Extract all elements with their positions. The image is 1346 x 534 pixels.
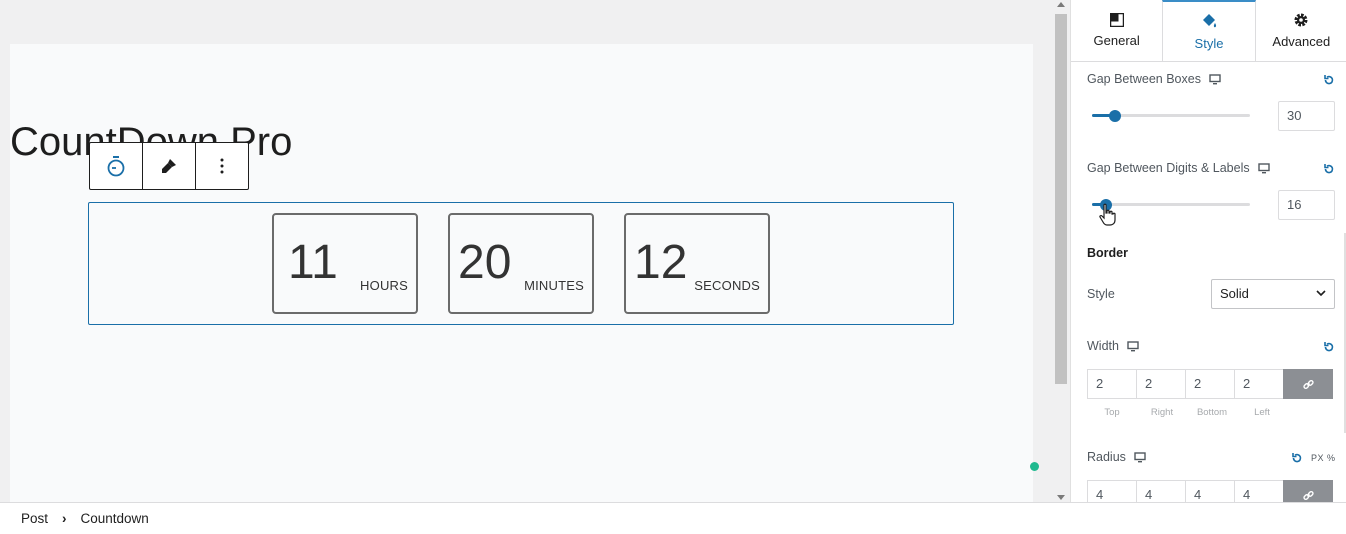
- chevron-down-icon: [1316, 290, 1326, 297]
- breadcrumb-post[interactable]: Post: [21, 511, 48, 526]
- sidebar-tabs: General Style Advanced: [1071, 0, 1346, 62]
- scroll-down-arrow-icon[interactable]: [1057, 495, 1065, 500]
- gap-boxes-input[interactable]: 30: [1278, 101, 1335, 131]
- timer-icon: [107, 156, 125, 177]
- border-radius-top-input[interactable]: 4: [1087, 480, 1137, 502]
- desktop-icon[interactable]: [1257, 162, 1270, 174]
- scrollbar-thumb[interactable]: [1055, 14, 1067, 384]
- side-label-right: Right: [1150, 407, 1174, 418]
- gap-boxes-slider[interactable]: [1092, 109, 1250, 123]
- border-width-top-input[interactable]: 2: [1087, 369, 1137, 399]
- side-label-bottom: Bottom: [1196, 407, 1228, 418]
- border-width-bottom-input[interactable]: 2: [1185, 369, 1235, 399]
- border-style-select[interactable]: Solid: [1211, 279, 1335, 309]
- editor-scrollbar[interactable]: [1053, 0, 1069, 502]
- countdown-minutes-label: MINUTES: [524, 278, 584, 293]
- link-values-button[interactable]: [1283, 480, 1333, 502]
- gap-digits-label: Gap Between Digits & Labels: [1087, 161, 1250, 175]
- layout-icon: [1109, 13, 1124, 27]
- paint-bucket-icon: [1202, 14, 1217, 28]
- tab-style-label: Style: [1194, 36, 1224, 51]
- countdown-block[interactable]: 11 HOURS 20 MINUTES 12 SECONDS: [88, 202, 954, 325]
- gap-boxes-label-row: Gap Between Boxes: [1087, 72, 1221, 86]
- link-icon: [1302, 490, 1314, 500]
- border-radius-inputs: 4 4 4 4: [1087, 480, 1336, 502]
- settings-sidebar: General Style Advanced Gap Between Boxes: [1070, 0, 1346, 502]
- block-toolbar: [89, 142, 249, 190]
- border-radius-bottom-input[interactable]: 4: [1185, 480, 1235, 502]
- more-options-icon: [220, 158, 224, 174]
- editor-area: CountDown Pro: [0, 0, 1053, 502]
- border-width-left-input[interactable]: 2: [1234, 369, 1284, 399]
- border-style-value: Solid: [1220, 286, 1249, 301]
- tab-advanced-label: Advanced: [1272, 34, 1331, 49]
- border-radius-label: Radius: [1087, 450, 1126, 464]
- breadcrumb-countdown[interactable]: Countdown: [81, 511, 149, 526]
- status-dot: [1030, 462, 1039, 471]
- breadcrumb-separator: ›: [62, 511, 67, 526]
- link-icon: [1302, 379, 1314, 389]
- countdown-seconds-box: 12 SECONDS: [624, 213, 770, 314]
- border-heading: Border: [1087, 246, 1128, 260]
- border-width-inputs: 2 2 2 2: [1087, 369, 1336, 399]
- tab-general[interactable]: General: [1071, 0, 1162, 61]
- border-width-label: Width: [1087, 339, 1119, 353]
- countdown-seconds-label: SECONDS: [694, 278, 760, 293]
- desktop-icon[interactable]: [1134, 451, 1146, 463]
- reset-gap-digits-icon[interactable]: [1323, 163, 1335, 175]
- side-label-top: Top: [1104, 407, 1120, 418]
- countdown-minutes-value: 20: [458, 236, 512, 289]
- style-button[interactable]: [143, 143, 196, 189]
- border-radius-label-row: Radius: [1087, 450, 1146, 464]
- border-radius-right-input[interactable]: 4: [1136, 480, 1186, 502]
- gap-boxes-slider-handle[interactable]: [1109, 110, 1121, 122]
- gap-digits-label-row: Gap Between Digits & Labels: [1087, 161, 1270, 175]
- tab-general-label: General: [1093, 33, 1140, 48]
- gap-digits-input[interactable]: 16: [1278, 190, 1335, 220]
- gear-icon: [1294, 13, 1308, 27]
- countdown-hours-value: 11: [288, 236, 338, 289]
- countdown-minutes-box: 20 MINUTES: [448, 213, 594, 314]
- desktop-icon[interactable]: [1209, 73, 1221, 85]
- block-type-button[interactable]: [90, 143, 143, 189]
- tab-advanced[interactable]: Advanced: [1256, 0, 1346, 61]
- tab-style[interactable]: Style: [1162, 0, 1256, 61]
- border-width-side-labels: Top Right Bottom Left: [1087, 407, 1287, 418]
- more-options-button[interactable]: [196, 143, 248, 189]
- countdown-hours-box: 11 HOURS: [272, 213, 418, 314]
- border-radius-left-input[interactable]: 4: [1234, 480, 1284, 502]
- border-style-label: Style: [1087, 287, 1115, 301]
- desktop-icon[interactable]: [1127, 340, 1139, 352]
- countdown-hours-label: HOURS: [360, 278, 408, 293]
- link-values-button[interactable]: [1283, 369, 1333, 399]
- reset-border-radius-icon[interactable]: [1291, 452, 1303, 464]
- border-width-label-row: Width: [1087, 339, 1139, 353]
- editor-canvas: CountDown Pro: [10, 44, 1039, 502]
- brush-icon: [162, 159, 176, 173]
- border-width-right-input[interactable]: 2: [1136, 369, 1186, 399]
- reset-border-width-icon[interactable]: [1323, 341, 1335, 353]
- breadcrumb: Post › Countdown: [0, 502, 1346, 534]
- side-label-left: Left: [1254, 407, 1270, 418]
- countdown-seconds-value: 12: [634, 236, 688, 289]
- reset-gap-boxes-icon[interactable]: [1323, 74, 1335, 86]
- radius-unit-toggle[interactable]: PX %: [1311, 453, 1336, 463]
- scroll-up-arrow-icon[interactable]: [1057, 2, 1065, 7]
- gap-boxes-label: Gap Between Boxes: [1087, 72, 1201, 86]
- hand-pointer-icon: [1099, 203, 1116, 226]
